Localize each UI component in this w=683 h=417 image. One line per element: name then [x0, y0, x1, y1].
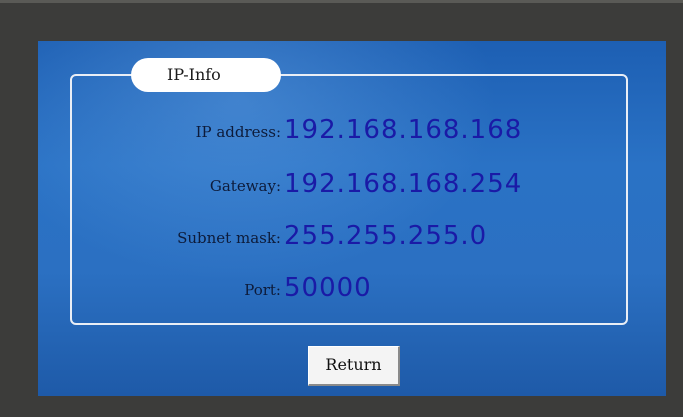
device-frame: IP-Info IP address: 192.168.168.168 Gate… [0, 0, 683, 417]
gateway-row: Gateway: 192.168.168.254 [38, 163, 666, 203]
ip-address-value: 192.168.168.168 [284, 115, 523, 145]
port-row: Port: 50000 [38, 267, 666, 307]
ip-info-screen: IP-Info IP address: 192.168.168.168 Gate… [38, 41, 666, 396]
group-title: IP-Info [131, 58, 281, 92]
gateway-label: Gateway: [209, 177, 281, 195]
subnet-mask-value: 255.255.255.0 [284, 221, 488, 251]
ip-address-label: IP address: [195, 123, 281, 141]
return-button[interactable]: Return [308, 346, 400, 386]
gateway-value: 192.168.168.254 [284, 169, 523, 199]
ip-address-row: IP address: 192.168.168.168 [38, 109, 666, 149]
subnet-mask-label: Subnet mask: [177, 229, 281, 247]
subnet-mask-row: Subnet mask: 255.255.255.0 [38, 215, 666, 255]
port-value: 50000 [284, 273, 372, 303]
port-label: Port: [244, 281, 281, 299]
